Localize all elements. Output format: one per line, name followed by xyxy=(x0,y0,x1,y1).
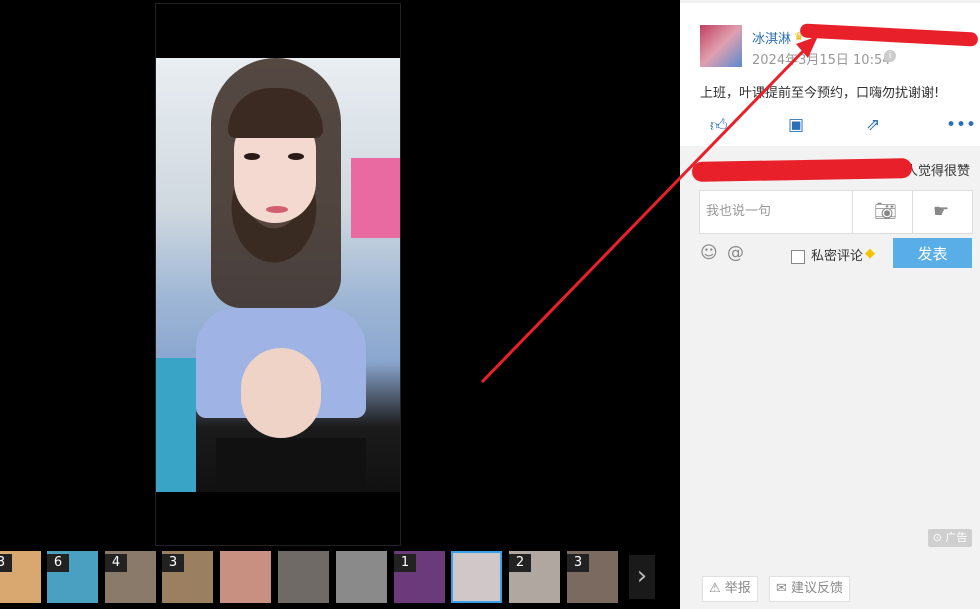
thumbnail-strip: 3 6 4 3 1 2 3 xyxy=(0,551,680,605)
thumbnail[interactable] xyxy=(451,551,502,603)
thumbnail-count-badge: 1 xyxy=(394,554,416,572)
photo-frame xyxy=(155,3,401,546)
info-icon[interactable]: i xyxy=(884,50,896,62)
like-icon[interactable]: 👍︎ xyxy=(710,115,728,136)
more-icon[interactable]: ••• xyxy=(946,115,976,135)
thumbnail[interactable]: 1 xyxy=(394,551,445,603)
redaction-mark xyxy=(691,158,913,182)
post-text: 上班，叶课提前至今预约，口嗨勿扰谢谢! xyxy=(700,86,940,101)
thumbnail[interactable]: 4 xyxy=(105,551,156,603)
comment-box: 📷︎ ☛ xyxy=(699,190,973,234)
submit-button[interactable]: 发表 xyxy=(893,238,972,268)
photo-bg-teal xyxy=(156,358,196,492)
thumbnail[interactable]: 3 xyxy=(0,551,41,603)
main-photo[interactable] xyxy=(156,58,400,492)
report-label: 举报 xyxy=(724,581,751,596)
emoji-icon[interactable]: ☺ xyxy=(700,243,718,263)
photo-skirt xyxy=(216,438,366,492)
photo-eye-right xyxy=(288,153,304,160)
post-card: 冰淇淋 ♛ ♛ 2024年3月15日 10:54 i 上班，叶课提前至今预约，口… xyxy=(680,0,980,146)
next-arrow-icon[interactable]: › xyxy=(629,555,655,599)
post-time: 2024年3月15日 10:54 xyxy=(752,53,891,68)
divider xyxy=(852,191,853,233)
thumbnail[interactable] xyxy=(220,551,271,603)
thumbnail-count-badge: 3 xyxy=(0,554,12,572)
avatar[interactable] xyxy=(700,25,742,67)
photo-lips xyxy=(266,206,288,213)
comment-panel: 冰淇淋 ♛ ♛ 2024年3月15日 10:54 i 上班，叶课提前至今预约，口… xyxy=(680,0,980,609)
thumbnail-count-badge: 4 xyxy=(105,554,127,572)
thumbnail[interactable] xyxy=(278,551,329,603)
thumbnail[interactable] xyxy=(336,551,387,603)
post-actions: 👍︎ ▣ ⇗ ••• xyxy=(680,115,980,141)
thumbnail-count-badge: 2 xyxy=(509,554,531,572)
private-comment-label: 私密评论 xyxy=(811,249,864,264)
photo-eye-left xyxy=(244,153,260,160)
ad-label: 广告 xyxy=(945,531,968,544)
comment-input[interactable] xyxy=(700,191,862,231)
private-checkbox[interactable] xyxy=(791,250,805,264)
thumbnail[interactable]: 6 xyxy=(47,551,98,603)
thumbnail-count-badge: 3 xyxy=(567,554,589,572)
at-icon[interactable]: @ xyxy=(727,243,744,263)
feedback-button[interactable]: ✉ 建议反馈 xyxy=(769,576,851,602)
photo-bg-pink xyxy=(351,158,400,238)
thumbnail[interactable]: 3 xyxy=(567,551,618,603)
feedback-label: 建议反馈 xyxy=(791,581,844,596)
share-icon[interactable]: ⇗ xyxy=(866,115,880,135)
ad-tag[interactable]: ⊙ 广告 xyxy=(928,529,972,547)
photo-viewer: 3 6 4 3 1 2 3 › xyxy=(0,0,680,609)
thumbnail-count-badge: 6 xyxy=(47,554,69,572)
photo-skin xyxy=(241,348,321,438)
diamond-icon: ◆ xyxy=(865,246,875,261)
thumbnail[interactable]: 2 xyxy=(509,551,560,603)
poke-hand-icon[interactable]: ☛ xyxy=(933,201,949,222)
camera-icon[interactable]: 📷︎ xyxy=(874,201,897,222)
divider xyxy=(912,191,913,233)
author-name[interactable]: 冰淇淋 xyxy=(752,28,791,47)
thumbnail[interactable]: 3 xyxy=(162,551,213,603)
thumbnail-count-badge: 3 xyxy=(162,554,184,572)
report-button[interactable]: ⚠ 举报 xyxy=(702,576,758,602)
likes-text: 人觉得很赞 xyxy=(905,164,971,179)
comment-icon[interactable]: ▣ xyxy=(788,115,804,135)
